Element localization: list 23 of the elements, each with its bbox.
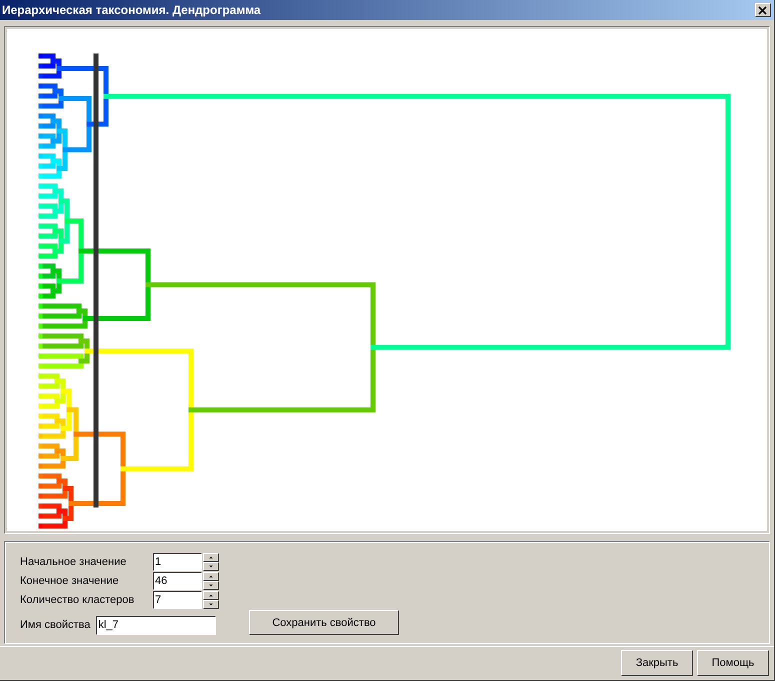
field-label: Количество кластеров [20, 594, 136, 606]
up-arrow-icon [208, 574, 214, 578]
field-label: Конечное значение [20, 574, 120, 586]
close-button[interactable]: Закрыть [621, 650, 693, 676]
close-button[interactable] [755, 3, 771, 17]
spin-up-button[interactable] [203, 572, 219, 580]
down-arrow-icon [208, 584, 214, 586]
field-label: Начальное значение [20, 556, 128, 568]
close-icon [758, 6, 768, 14]
down-arrow-icon [208, 564, 214, 568]
spin-up-button[interactable] [203, 590, 219, 600]
save-property-button[interactable]: Сохранить свойство [249, 610, 399, 635]
up-arrow-icon [208, 594, 214, 596]
field-label: Имя свойства [20, 619, 90, 631]
up-arrow-icon [208, 556, 214, 558]
help-button[interactable]: Помощь [697, 650, 769, 676]
number-field[interactable]: 1 [153, 552, 202, 570]
number-field[interactable]: 7 [153, 590, 202, 608]
window-title: Иерархическая таксономия. Дендрограмма [2, 3, 261, 17]
spin-up-button[interactable] [203, 552, 219, 562]
down-arrow-icon [208, 602, 214, 606]
property-name-field[interactable]: kl_7 [96, 616, 216, 634]
number-field[interactable]: 46 [153, 572, 202, 590]
